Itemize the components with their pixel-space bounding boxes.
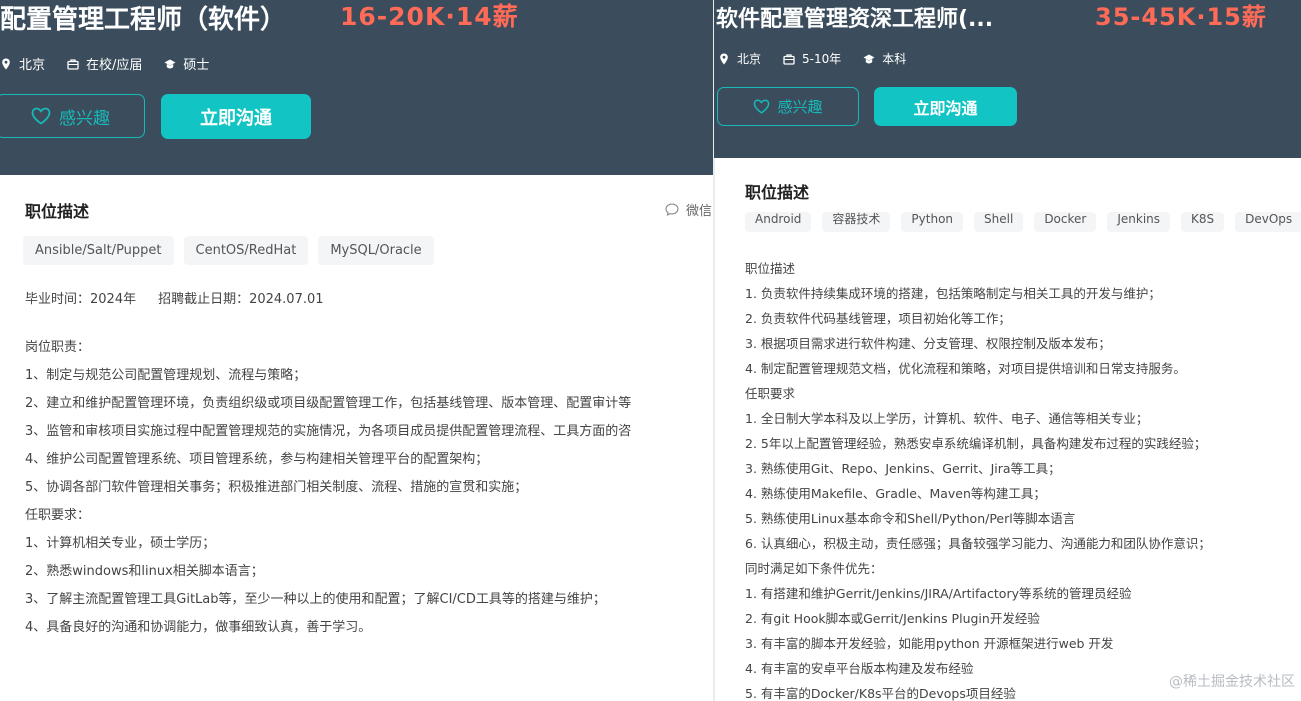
description-line: 2. 有git Hook脚本或Gerrit/Jenkins Plugin开发经验 [745,611,1040,626]
meta-location-text: 北京 [737,52,762,66]
job-description-card: 职位描述 Android 容器技术 Python Shell Docker Je… [715,159,1301,701]
description-line: 1. 全日制大学本科及以上学历，计算机、软件、电子、通信等相关专业； [745,411,1149,426]
description-line: 3. 根据项目需求进行软件构建、分支管理、权限控制及版本发布； [745,336,1111,351]
description-line: 2. 负责软件代码基线管理，项目初始化等工作； [745,311,1011,326]
skill-tag: Python [901,212,964,232]
skill-tag: CentOS/RedHat [183,236,309,265]
description-line: 1、制定与规范公司配置管理规划、流程与策略； [25,368,307,383]
section-title: 职位描述 [745,183,810,202]
chat-now-button[interactable]: 立即沟通 [161,94,311,139]
description-line: 4. 制定配置管理规范文档，优化流程和策略，对项目提供培训和日常支持服务。 [745,361,1186,376]
meta-experience-text: 5-10年 [802,52,842,66]
meta-experience-text: 在校/应届 [86,58,143,73]
skill-tag: Ansible/Salt/Puppet [23,236,174,265]
interest-button-label: 感兴趣 [59,108,110,129]
job-salary: 16-20K·14薪 [340,2,519,31]
job-meta: 北京 5-10年 本科 [718,50,928,67]
description-line: 任职要求 [745,386,796,401]
graduation-date: 毕业时间：2024年 [25,292,137,307]
description-line: 3、监管和审核项目实施过程中配置管理规范的实施情况，为各项目成员提供配置管理流程… [25,424,632,439]
briefcase-icon [67,58,79,70]
description-line: 4、维护公司配置管理系统、项目管理系统，参与构建相关管理平台的配置架构； [25,452,489,467]
description-line: 同时满足如下条件优先： [745,561,883,576]
description-line: 5. 熟练使用Linux基本命令和Shell/Python/Perl等脚本语言 [745,511,1076,526]
description-line: 1. 负责软件持续集成环境的搭建，包括策略制定与相关工具的开发与维护； [745,286,1161,301]
graduation-cap-icon [164,58,176,70]
meta-location: 北京 [0,54,45,73]
job-description-card: 职位描述 微信 Ansible/Salt/Puppet CentOS/RedHa… [0,176,714,701]
job-header: 软件配置管理资深工程师(... 35-45K·15薪 北京 5-10年 本科 感… [714,0,1301,158]
description-line: 2、熟悉windows和linux相关脚本语言； [25,564,264,579]
section-title: 职位描述 [25,202,90,221]
job-header: 配置管理工程师（软件） 16-20K·14薪 北京 在校/应届 硕士 感兴趣 立… [0,0,714,175]
description-line: 4、具备良好的沟通和协调能力，做事细致认真，善于学习。 [25,620,372,635]
description-line: 5. 有丰富的Docker/K8s平台的Devops项目经验 [745,686,1016,701]
location-pin-icon [0,58,12,70]
skill-tag: Docker [1034,212,1097,232]
heart-outline-icon [754,99,770,114]
wechat-share[interactable]: 微信 [665,200,712,219]
meta-degree-text: 硕士 [183,58,210,73]
job-panel-right: 软件配置管理资深工程师(... 35-45K·15薪 北京 5-10年 本科 感… [714,0,1301,701]
description-line: 4. 有丰富的安卓平台版本构建及发布经验 [745,661,974,676]
briefcase-icon [783,53,795,65]
job-title: 配置管理工程师（软件） [0,5,287,35]
job-description-text: 职位描述 1. 负责软件持续集成环境的搭建，包括策略制定与相关工具的开发与维护；… [745,256,1211,701]
meta-degree: 本科 [863,50,906,67]
skill-tag: 容器技术 [822,212,891,232]
wechat-share-label: 微信 [686,204,713,219]
meta-degree: 硕士 [164,54,209,73]
meta-location-text: 北京 [19,58,46,73]
description-line: 3. 有丰富的脚本开发经验，如能用python 开源框架进行web 开发 [745,636,1114,651]
job-dates: 毕业时间：2024年 招聘截止日期：2024.07.01 [25,288,324,307]
description-line: 2. 5年以上配置管理经验，熟悉安卓系统编译机制，具备构建发布过程的实践经验； [745,436,1207,451]
description-line: 3. 熟练使用Git、Repo、Jenkins、Gerrit、Jira等工具； [745,461,1061,476]
skill-tag: MySQL/Oracle [318,236,434,265]
skill-tags: Android 容器技术 Python Shell Docker Jenkins… [745,212,1301,232]
heart-outline-icon [31,107,51,125]
chat-bubble-icon [665,203,679,216]
job-title: 软件配置管理资深工程师(... [716,7,994,32]
job-salary: 35-45K·15薪 [1095,3,1267,31]
skill-tag: K8S [1181,212,1225,232]
interest-button[interactable]: 感兴趣 [0,94,145,138]
interest-button-label: 感兴趣 [777,98,823,116]
skill-tag: Shell [974,212,1024,232]
meta-location: 北京 [718,50,761,67]
interest-button[interactable]: 感兴趣 [717,87,859,126]
skill-tag: Android [745,212,812,232]
description-line: 6. 认真细心，积极主动，责任感强；具备较强学习能力、沟通能力和团队协作意识； [745,536,1211,551]
description-line: 1. 有搭建和维护Gerrit/Jenkins/JIRA/Artifactory… [745,586,1132,601]
job-description-text: 岗位职责： 1、制定与规范公司配置管理规划、流程与策略； 2、建立和维护配置管理… [25,334,631,642]
application-deadline: 招聘截止日期：2024.07.01 [158,292,324,307]
description-line: 4. 熟练使用Makefile、Gradle、Maven等构建工具； [745,486,1046,501]
watermark: @稀土掘金技术社区 [1169,674,1295,690]
skill-tag: Jenkins [1107,212,1171,232]
description-line: 1、计算机相关专业，硕士学历； [25,536,216,551]
description-line: 5、协调各部门软件管理相关事务；积极推进部门相关制度、流程、措施的宣贯和实施； [25,480,528,495]
job-panel-left: 配置管理工程师（软件） 16-20K·14薪 北京 在校/应届 硕士 感兴趣 立… [0,0,714,701]
description-line: 3、了解主流配置管理工具GitLab等，至少一种以上的使用和配置；了解CI/CD… [25,592,606,607]
graduation-cap-icon [863,53,875,65]
description-line: 2、建立和维护配置管理环境，负责组织级或项目级配置管理工作，包括基线管理、版本管… [25,396,632,411]
description-line: 任职要求： [25,508,91,523]
location-pin-icon [718,53,730,65]
meta-experience: 5-10年 [783,50,841,67]
description-line: 岗位职责： [25,340,91,355]
skill-tag: DevOps [1235,212,1301,232]
meta-degree-text: 本科 [882,52,907,66]
skill-tags: Ansible/Salt/Puppet CentOS/RedHat MySQL/… [23,236,444,265]
meta-experience: 在校/应届 [67,54,142,73]
chat-now-button[interactable]: 立即沟通 [874,87,1017,126]
description-line: 职位描述 [745,261,796,276]
job-meta: 北京 在校/应届 硕士 [0,54,231,73]
